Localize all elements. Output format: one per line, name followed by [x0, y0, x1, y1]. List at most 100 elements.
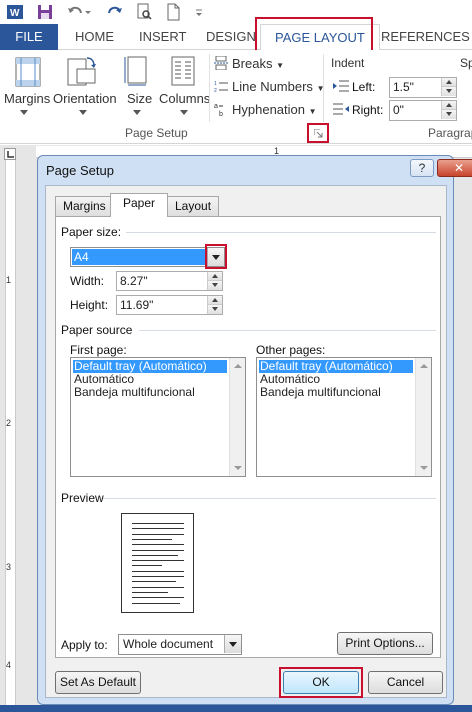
ruler-mark: 4 [6, 660, 12, 670]
columns-label: Columns [159, 91, 211, 106]
paragraph-group-label: Paragrap [428, 126, 472, 140]
columns-button[interactable]: Columns [159, 91, 210, 106]
new-document-icon[interactable] [164, 3, 182, 21]
width-spinner[interactable]: 8.27" [116, 271, 223, 291]
vertical-ruler[interactable]: 1 2 3 4 [0, 160, 20, 712]
height-label: Height: [70, 298, 109, 312]
set-as-default-button[interactable]: Set As Default [55, 671, 141, 694]
scrollbar[interactable] [415, 358, 431, 476]
width-stepper[interactable] [207, 272, 222, 290]
paper-size-label-text: Paper size: [61, 225, 122, 239]
indent-right-spinner[interactable]: 0" [389, 100, 457, 121]
status-bar [0, 705, 472, 712]
svg-text:1: 1 [214, 81, 217, 87]
orientation-button[interactable]: Orientation [53, 91, 117, 106]
ruler-mark: 3 [6, 562, 12, 572]
tab-references[interactable]: REFERENCES [381, 24, 470, 50]
apply-to-dropdown[interactable] [224, 635, 241, 653]
indent-left-label: Left: [352, 80, 376, 94]
hyphenation-button[interactable]: Hyphenation ▼ [232, 102, 317, 117]
line-numbers-label: Line Numbers [232, 79, 313, 94]
list-item[interactable]: Bandeja multifuncional [73, 386, 227, 399]
undo-dropdown-icon[interactable] [84, 3, 92, 21]
tab-home[interactable]: HOME [75, 24, 114, 50]
line-numbers-button[interactable]: Line Numbers ▼ [232, 79, 324, 94]
tab-insert[interactable]: INSERT [139, 24, 186, 50]
indent-title: Indent [331, 56, 365, 70]
preview-text-line [132, 533, 184, 535]
paper-size-select[interactable]: A4 [70, 247, 225, 267]
margins-dropdown-icon [20, 110, 28, 115]
height-value: 11.69" [120, 298, 154, 312]
line-numbers-icon: 12 [214, 81, 228, 93]
orientation-icon [67, 57, 96, 86]
indent-left-icon [333, 80, 349, 92]
print-options-button[interactable]: Print Options... [337, 632, 433, 655]
paper-size-label: Paper size: [61, 225, 121, 239]
indent-left-value: 1.5" [393, 80, 414, 94]
ribbon-separator [209, 54, 210, 122]
page-preview [121, 513, 194, 613]
hyphenation-dropdown-icon: ▼ [308, 107, 317, 116]
save-icon[interactable] [36, 3, 54, 21]
columns-icon [171, 56, 195, 86]
highlight-ok-button [279, 667, 363, 698]
margins-icon [15, 57, 41, 87]
print-preview-icon[interactable] [135, 3, 153, 21]
left-tab-icon [7, 151, 14, 158]
tab-file[interactable]: FILE [0, 24, 58, 50]
ruler-mark: 2 [6, 418, 12, 428]
apply-to-select[interactable]: Whole document [118, 634, 242, 655]
ribbon-separator [323, 54, 324, 122]
size-icon [124, 56, 147, 86]
indent-right-stepper[interactable] [441, 101, 456, 119]
ruler-mark: 1 [6, 275, 12, 285]
svg-text:W: W [10, 8, 20, 19]
help-button[interactable]: ? [410, 159, 434, 177]
tab-design[interactable]: DESIGN [206, 24, 256, 50]
height-spinner[interactable]: 11.69" [116, 295, 223, 315]
undo-icon[interactable] [66, 3, 84, 21]
divider [126, 232, 436, 233]
tab-paper[interactable]: Paper [110, 193, 169, 217]
preview-text-line [132, 581, 176, 583]
preview-text-line [132, 565, 162, 567]
breaks-button[interactable]: Breaks ▼ [232, 56, 284, 71]
dialog-title: Page Setup [46, 163, 114, 178]
preview-text-line [132, 586, 184, 588]
scroll-down-icon[interactable] [420, 466, 428, 470]
tab-margins[interactable]: Margins [55, 196, 114, 217]
customize-qat-icon[interactable] [190, 3, 208, 21]
margins-button[interactable]: Margins [4, 91, 50, 106]
scroll-up-icon[interactable] [234, 364, 242, 368]
redo-icon[interactable] [106, 3, 124, 21]
other-pages-label: Other pages: [256, 343, 326, 357]
tab-selector[interactable] [4, 148, 16, 160]
dialog-body: Margins Paper Layout Paper size: A4 Widt… [45, 185, 447, 698]
word-icon[interactable]: W [6, 3, 24, 21]
scrollbar[interactable] [229, 358, 245, 476]
first-page-list[interactable]: Default tray (Automático) Automático Ban… [70, 357, 246, 477]
indent-left-spinner[interactable]: 1.5" [389, 77, 457, 98]
other-pages-list[interactable]: Default tray (Automático) Automático Ban… [256, 357, 432, 477]
list-item[interactable]: Bandeja multifuncional [259, 386, 413, 399]
scroll-down-icon[interactable] [234, 466, 242, 470]
first-page-label: First page: [70, 343, 127, 357]
breaks-dropdown-icon: ▼ [276, 61, 285, 70]
svg-text:a: a [214, 103, 218, 110]
ribbon-page-layout: Margins Orientation Size Columns Breaks … [0, 50, 472, 144]
indent-right-label: Right: [352, 103, 384, 117]
size-label: Size [127, 91, 153, 106]
height-stepper[interactable] [207, 296, 222, 314]
size-button[interactable]: Size [127, 91, 152, 106]
tab-layout[interactable]: Layout [167, 196, 220, 217]
indent-left-stepper[interactable] [441, 78, 456, 96]
preview-text-line [132, 523, 184, 524]
scroll-up-icon[interactable] [420, 364, 428, 368]
cancel-button[interactable]: Cancel [368, 671, 443, 694]
close-button[interactable]: ✕ [437, 159, 472, 177]
preview-text-line [132, 544, 184, 546]
columns-dropdown-icon [180, 110, 188, 115]
quick-access-toolbar: W [0, 0, 472, 24]
size-dropdown-icon [133, 110, 141, 115]
